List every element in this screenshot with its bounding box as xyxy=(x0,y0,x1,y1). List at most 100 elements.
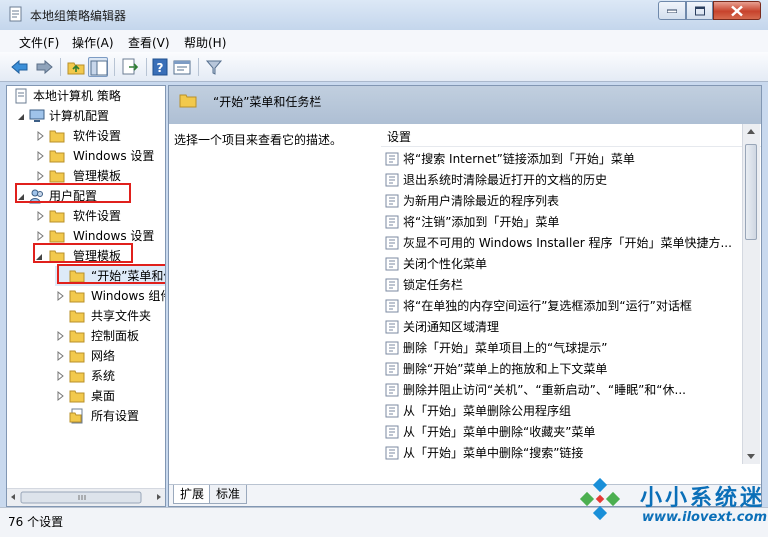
setting-label: 将“在单独的内存空间运行”复选框添加到“运行”对话框 xyxy=(403,299,692,313)
collapsed-arrow-icon[interactable] xyxy=(55,366,65,386)
computer-icon xyxy=(29,108,45,124)
folder-icon xyxy=(49,208,65,224)
tree-label: Windows 设置 xyxy=(73,149,155,163)
setting-row[interactable]: 锁定任务栏 xyxy=(381,275,741,296)
folder-icon xyxy=(69,368,85,384)
folder-icon xyxy=(69,308,85,324)
collapsed-arrow-icon[interactable] xyxy=(55,286,65,306)
policy-setting-icon xyxy=(385,215,399,229)
setting-row[interactable]: 关闭个性化菜单 xyxy=(381,254,741,275)
folder-icon xyxy=(69,348,85,364)
close-button[interactable] xyxy=(713,1,761,20)
collapsed-arrow-icon[interactable] xyxy=(55,326,65,346)
setting-row[interactable]: 从「开始」菜单删除公用程序组 xyxy=(381,401,741,422)
setting-label: 从「开始」菜单中删除“搜索”链接 xyxy=(403,446,584,460)
setting-label: 锁定任务栏 xyxy=(403,278,464,292)
tree-label: 共享文件夹 xyxy=(91,309,152,323)
minimize-button[interactable] xyxy=(658,1,686,20)
setting-row[interactable]: 退出系统时清除最近打开的文档的历史 xyxy=(381,170,741,191)
setting-label: 删除「开始」菜单项目上的“气球提示” xyxy=(403,341,608,355)
up-level-button[interactable] xyxy=(66,57,86,77)
all-settings-icon xyxy=(69,408,85,424)
expanded-arrow-icon[interactable] xyxy=(17,106,27,126)
help-button[interactable]: ? xyxy=(150,57,170,77)
policy-setting-icon xyxy=(385,320,399,334)
policy-setting-icon xyxy=(385,299,399,313)
show-hide-tree-button[interactable] xyxy=(88,57,108,77)
details-header-title: “开始”菜单和任务栏 xyxy=(213,95,322,109)
details-pane: “开始”菜单和任务栏 选择一个项目来查看它的描述。 设置 将“搜索 Intern… xyxy=(168,85,762,507)
policy-setting-icon xyxy=(385,383,399,397)
scroll-up-arrow-icon[interactable] xyxy=(743,124,760,140)
menu-file[interactable]: 文件(F) xyxy=(19,34,59,51)
tree-label: 网络 xyxy=(91,349,116,363)
folder-icon xyxy=(49,228,65,244)
setting-label: 将“注销”添加到「开始」菜单 xyxy=(403,215,560,229)
collapsed-arrow-icon[interactable] xyxy=(35,206,45,226)
tree-label: Windows 组件 xyxy=(91,289,166,303)
setting-label: 为新用户清除最近的程序列表 xyxy=(403,194,560,208)
title-bar: 本地组策略编辑器 xyxy=(0,0,768,30)
policy-setting-icon xyxy=(385,341,399,355)
settings-vertical-scrollbar[interactable] xyxy=(742,124,760,464)
folder-icon xyxy=(69,288,85,304)
description-text: 选择一个项目来查看它的描述。 xyxy=(174,133,343,147)
setting-label: 删除“开始”菜单上的拖放和上下文菜单 xyxy=(403,362,608,376)
setting-row[interactable]: 删除并阻止访问“关机”、“重新启动”、“睡眠”和“休... xyxy=(381,380,741,401)
menu-action[interactable]: 操作(A) xyxy=(72,34,114,51)
toolbar-separator xyxy=(198,58,199,76)
tree-label: 本地计算机 策略 xyxy=(33,89,121,103)
setting-row[interactable]: 为新用户清除最近的程序列表 xyxy=(381,191,741,212)
setting-label: 从「开始」菜单删除公用程序组 xyxy=(403,404,572,418)
filter-button[interactable] xyxy=(204,57,224,77)
forward-button[interactable] xyxy=(34,57,54,77)
folder-icon xyxy=(69,388,85,404)
export-list-button[interactable] xyxy=(120,57,140,77)
tab-extended[interactable]: 扩展 xyxy=(173,485,212,504)
collapsed-arrow-icon[interactable] xyxy=(35,146,45,166)
back-button[interactable] xyxy=(10,57,30,77)
tab-standard[interactable]: 标准 xyxy=(209,485,248,504)
menu-help[interactable]: 帮助(H) xyxy=(184,34,226,51)
collapsed-arrow-icon[interactable] xyxy=(55,346,65,366)
console-tree-icon xyxy=(90,60,108,76)
folder-icon xyxy=(49,148,65,164)
setting-label: 将“搜索 Internet”链接添加到「开始」菜单 xyxy=(403,152,635,166)
toolbar: ? xyxy=(0,52,768,82)
policy-setting-icon xyxy=(385,173,399,187)
scrollbar-thumb[interactable] xyxy=(745,144,757,240)
toolbar-separator xyxy=(60,58,61,76)
setting-row[interactable]: 将“搜索 Internet”链接添加到「开始」菜单 xyxy=(381,149,741,170)
tree-label: 软件设置 xyxy=(73,209,122,223)
setting-row[interactable]: 关闭通知区域清理 xyxy=(381,317,741,338)
setting-row[interactable]: 从「开始」菜单中删除“搜索”链接 xyxy=(381,443,741,464)
folder-icon xyxy=(179,92,197,111)
status-text: 76 个设置 xyxy=(8,515,64,529)
settings-column-header[interactable]: 设置 xyxy=(381,124,761,147)
filter-icon xyxy=(205,60,223,75)
tree-horizontal-scrollbar[interactable] xyxy=(7,488,165,506)
scroll-down-arrow-icon[interactable] xyxy=(743,448,760,464)
setting-row[interactable]: 将“在单独的内存空间运行”复选框添加到“运行”对话框 xyxy=(381,296,741,317)
folder-icon xyxy=(69,328,85,344)
toolbar-separator xyxy=(146,58,147,76)
policy-setting-icon xyxy=(385,152,399,166)
maximize-button[interactable] xyxy=(686,1,713,20)
collapsed-arrow-icon[interactable] xyxy=(55,386,65,406)
minimize-icon xyxy=(667,9,677,13)
properties-button[interactable] xyxy=(172,57,192,77)
setting-row[interactable]: 将“注销”添加到「开始」菜单 xyxy=(381,212,741,233)
menu-bar: 文件(F) 操作(A) 查看(V) 帮助(H) xyxy=(0,30,768,52)
svg-text:?: ? xyxy=(157,61,164,75)
setting-row[interactable]: 从「开始」菜单中删除“收藏夹”菜单 xyxy=(381,422,741,443)
menu-view[interactable]: 查看(V) xyxy=(128,34,170,51)
setting-row[interactable]: 删除“开始”菜单上的拖放和上下文菜单 xyxy=(381,359,741,380)
policy-setting-icon xyxy=(385,278,399,292)
console-tree: 本地计算机 策略 计算机配置 软件设置 Windows 设置 管理模板 用户配置 xyxy=(6,85,166,507)
policy-setting-icon xyxy=(385,257,399,271)
collapsed-arrow-icon[interactable] xyxy=(35,126,45,146)
folder-icon xyxy=(49,128,65,144)
setting-row[interactable]: 删除「开始」菜单项目上的“气球提示” xyxy=(381,338,741,359)
setting-row[interactable]: 灰显不可用的 Windows Installer 程序「开始」菜单快捷方... xyxy=(381,233,741,254)
policy-setting-icon xyxy=(385,194,399,208)
